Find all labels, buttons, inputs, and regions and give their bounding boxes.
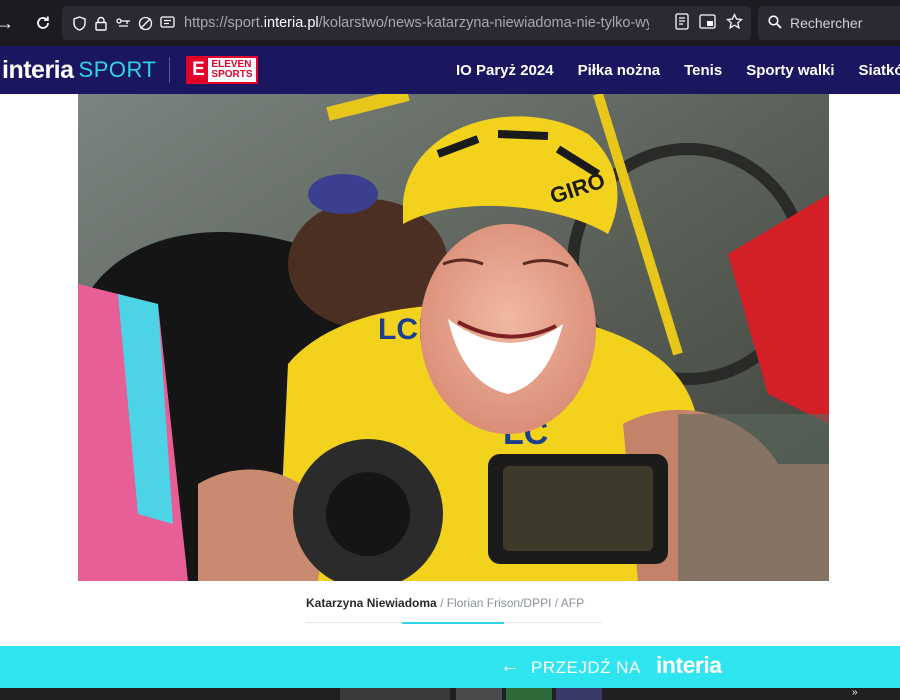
main-nav: IO Paryż 2024 Piłka nożna Tenis Sporty w… xyxy=(456,46,900,94)
browser-toolbar: → https://sport.interia.pl/kolarstwo/new… xyxy=(0,0,900,46)
shield-icon[interactable] xyxy=(68,13,90,33)
taskbar-app-1[interactable] xyxy=(340,688,450,700)
header-divider xyxy=(169,57,171,83)
reader-view-icon[interactable] xyxy=(675,13,689,35)
caption-agency: / AFP xyxy=(554,596,585,610)
bookmark-star-icon[interactable] xyxy=(725,12,744,35)
reload-icon[interactable] xyxy=(30,8,56,38)
sport-section-logo[interactable]: SPORT xyxy=(79,57,157,83)
picture-in-picture-icon[interactable] xyxy=(699,13,716,35)
taskbar-app-2[interactable] xyxy=(456,688,502,700)
photo-caption: Katarzyna Niewiadoma / Florian Frison/DP… xyxy=(306,596,602,610)
url-bar[interactable]: https://sport.interia.pl/kolarstwo/news-… xyxy=(62,6,751,40)
banner-interia-logo: interia xyxy=(656,652,722,678)
translate-icon[interactable] xyxy=(156,13,178,33)
photo-scene: LCL LC GIRO xyxy=(78,94,829,581)
nav-item-sporty-walki[interactable]: Sporty walki xyxy=(746,62,834,79)
eleven-sports-logo[interactable]: E ELEVEN SPORTS xyxy=(186,56,259,84)
nav-item-tenis[interactable]: Tenis xyxy=(684,62,722,79)
autoplay-blocked-icon[interactable] xyxy=(134,13,156,33)
taskbar-app-3[interactable] xyxy=(506,688,552,700)
taskbar-overflow-icon[interactable]: » xyxy=(852,688,872,700)
search-placeholder: Rechercher xyxy=(790,15,863,31)
nav-item-pilka-nozna[interactable]: Piłka nożna xyxy=(578,62,661,79)
url-text[interactable]: https://sport.interia.pl/kolarstwo/news-… xyxy=(184,15,649,31)
back-arrow-icon[interactable]: → xyxy=(0,8,18,38)
site-header: interia SPORT E ELEVEN SPORTS IO Paryż 20… xyxy=(0,46,900,94)
search-bar[interactable]: Rechercher xyxy=(758,6,900,40)
caption-credit: / Florian Frison/DPPI xyxy=(440,596,552,610)
caption-name: Katarzyna Niewiadoma xyxy=(306,596,437,610)
caption-accent-line xyxy=(402,622,504,624)
search-icon xyxy=(768,14,782,32)
nav-item-siatkowka[interactable]: Siatków xyxy=(859,62,900,79)
taskbar-app-4[interactable] xyxy=(556,688,602,700)
interia-logo[interactable]: interia xyxy=(2,56,74,85)
banner-label: PRZEJDŹ NA xyxy=(531,658,641,677)
arrow-left-icon: ← xyxy=(500,655,520,677)
lock-icon[interactable] xyxy=(90,13,112,33)
article-photo[interactable]: LCL LC GIRO xyxy=(78,94,829,581)
os-taskbar xyxy=(0,688,900,700)
nav-item-io-paryz[interactable]: IO Paryż 2024 xyxy=(456,62,554,79)
go-to-interia-banner[interactable]: ← PRZEJDŹ NA interia xyxy=(0,646,900,688)
permissions-icon[interactable] xyxy=(112,13,134,33)
